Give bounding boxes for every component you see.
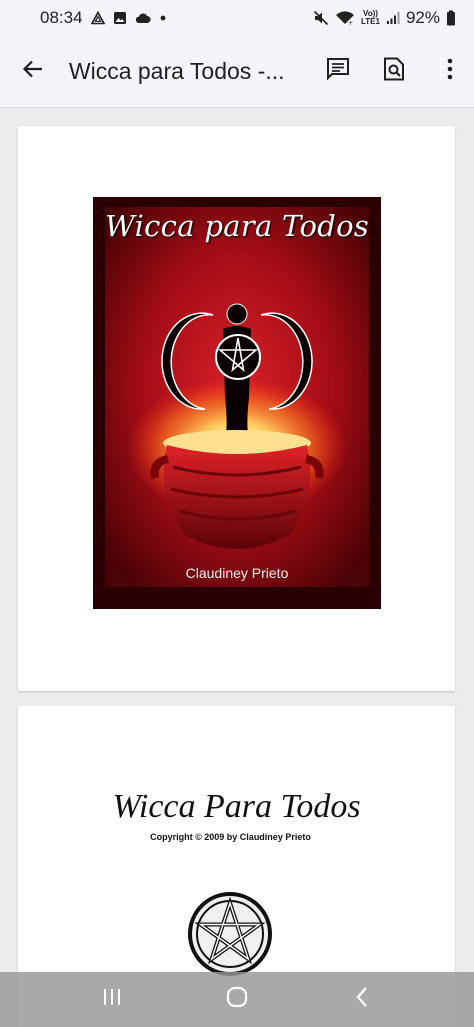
cloud-icon	[135, 12, 151, 24]
title-page-heading: Wicca Para Todos	[112, 788, 361, 825]
cover-title: Wicca para Todos	[104, 209, 370, 243]
cover-author: Claudiney Prieto	[185, 565, 289, 581]
gallery-icon	[113, 11, 127, 25]
battery-icon	[446, 10, 456, 26]
battery-percent: 92%	[405, 8, 440, 27]
app-bar: Wicca para Todos -...	[0, 36, 474, 108]
cover-artwork	[93, 197, 381, 609]
signal-icon	[386, 11, 400, 25]
document-page-1[interactable]: Wicca para Todos Claudiney Prieto	[18, 126, 455, 691]
back-icon	[355, 986, 369, 1013]
more-options-button[interactable]	[426, 48, 474, 96]
search-document-icon	[383, 57, 405, 86]
nav-back-button[interactable]	[332, 978, 392, 1022]
pentacle-emblem	[187, 891, 273, 982]
dot-icon	[159, 14, 167, 22]
status-time: 08:34	[40, 8, 83, 27]
back-button[interactable]	[9, 48, 57, 96]
recents-button[interactable]	[82, 978, 142, 1022]
volte-line-2: LTE1	[361, 17, 380, 26]
volte-icon: Vo)) LTE1	[361, 10, 380, 26]
copyright-notice: Copyright © 2009 by Claudiney Prieto	[150, 832, 311, 842]
more-vert-icon	[447, 58, 453, 85]
document-title: Wicca para Todos -...	[68, 58, 285, 84]
book-cover-image: Wicca para Todos Claudiney Prieto	[93, 197, 381, 609]
comments-icon	[326, 57, 350, 86]
svg-text:+: +	[348, 20, 353, 26]
mute-icon	[313, 10, 329, 26]
recents-icon	[101, 987, 123, 1012]
home-icon	[225, 985, 249, 1014]
find-in-document-button[interactable]	[370, 48, 418, 96]
back-arrow-icon	[22, 58, 44, 85]
system-navigation-bar	[0, 972, 474, 1027]
home-button[interactable]	[207, 978, 267, 1022]
status-bar: 08:34 + Vo)) LTE1 92%	[0, 0, 474, 36]
comments-button[interactable]	[314, 48, 362, 96]
wifi-icon: +	[335, 10, 355, 26]
triangle-sync-icon	[90, 11, 105, 25]
